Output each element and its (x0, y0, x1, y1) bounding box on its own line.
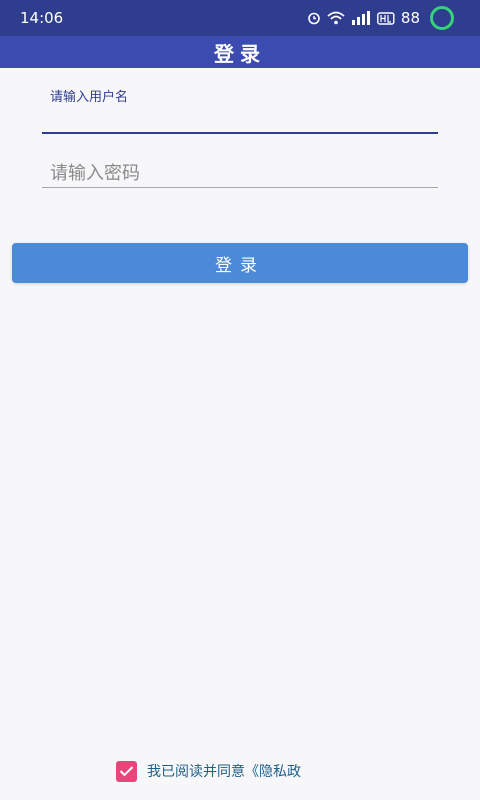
agreement-checkbox[interactable] (116, 760, 137, 782)
password-field[interactable] (42, 150, 438, 190)
username-underline (42, 132, 438, 134)
hd-icon (377, 10, 395, 26)
page-title: 登录 (214, 41, 266, 66)
login-screen: 14:06 88 登录 请输入用户名 登录 我已阅读并同意《隐私政 (0, 0, 480, 800)
agreement-text[interactable]: 我已阅读并同意《隐私政 (147, 761, 301, 781)
status-icons: 88 (307, 6, 454, 30)
wifi-icon (327, 10, 345, 26)
status-time: 14:06 (20, 9, 64, 27)
agreement-row: 我已阅读并同意《隐私政 (116, 760, 301, 782)
battery-ring-icon (430, 6, 454, 30)
status-bar: 14:06 88 (0, 0, 480, 36)
signal-icon (351, 10, 371, 26)
username-input[interactable] (42, 102, 438, 132)
username-field[interactable]: 请输入用户名 (42, 84, 438, 136)
battery-level: 88 (400, 9, 420, 27)
title-bar: 登录 (0, 36, 480, 68)
password-underline (42, 187, 438, 188)
alarm-icon (307, 10, 321, 26)
check-icon (119, 766, 134, 777)
login-button[interactable]: 登录 (12, 243, 468, 283)
password-input[interactable] (50, 160, 430, 186)
